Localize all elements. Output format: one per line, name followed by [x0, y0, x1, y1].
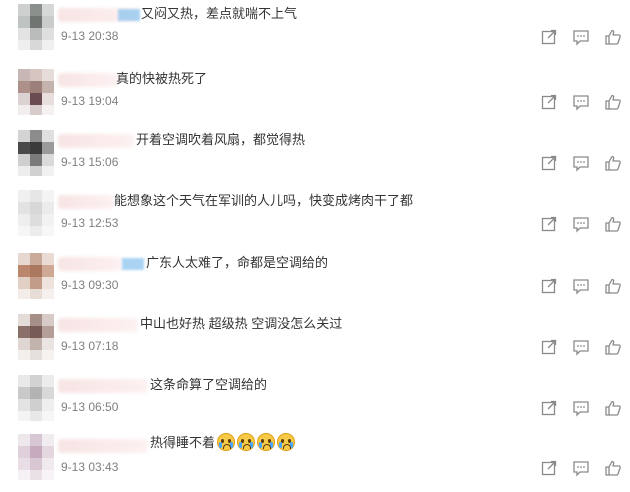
username[interactable] [58, 379, 148, 393]
comment-time: 9-13 09:30 [61, 278, 119, 292]
avatar[interactable] [18, 130, 54, 176]
share-icon[interactable] [540, 93, 558, 111]
comment-feed: 又闷又热，差点就喘不上气 9-13 20:38 真的快被热死了 9-13 19:… [0, 0, 630, 492]
avatar[interactable] [18, 314, 54, 360]
comment-text: 真的快被热死了 [116, 71, 208, 86]
comment-text: 又闷又热，差点就喘不上气 [141, 6, 298, 21]
comment-text: 开着空调吹着风扇，都觉得热 [136, 132, 306, 147]
share-icon[interactable] [540, 215, 558, 233]
comment-time: 9-13 07:18 [61, 339, 119, 353]
comment-time: 9-13 15:06 [61, 155, 119, 169]
comment-icon[interactable] [572, 154, 590, 172]
username[interactable] [58, 257, 122, 271]
comment-text: 能想象这个天气在军训的人儿吗，快变成烤肉干了都 [114, 193, 414, 208]
crying-face-icon [257, 433, 276, 451]
comment-item: 开着空调吹着风扇，都觉得热 9-13 15:06 [0, 122, 630, 183]
comment-text-body: 热得睡不着 [150, 435, 216, 450]
thumbs-up-icon[interactable] [604, 399, 622, 417]
comment-time: 9-13 06:50 [61, 400, 119, 414]
share-icon[interactable] [540, 277, 558, 295]
avatar[interactable] [18, 253, 54, 299]
share-icon[interactable] [540, 154, 558, 172]
username[interactable] [58, 195, 114, 209]
user-badge [118, 9, 140, 21]
username[interactable] [58, 439, 148, 453]
crying-face-icon [217, 433, 236, 451]
avatar[interactable] [18, 69, 54, 115]
comment-item: 能想象这个天气在军训的人儿吗，快变成烤肉干了都 9-13 12:53 [0, 184, 630, 245]
thumbs-up-icon[interactable] [604, 277, 622, 295]
comment-icon[interactable] [572, 93, 590, 111]
comment-icon[interactable] [572, 277, 590, 295]
crying-face-icon [237, 433, 256, 451]
username[interactable] [58, 134, 134, 148]
avatar[interactable] [18, 434, 54, 480]
crying-face-icon [277, 433, 296, 451]
comment-item: 广东人太难了，命都是空调给的 9-13 09:30 [0, 245, 630, 306]
username[interactable] [58, 73, 118, 87]
comment-icon[interactable] [572, 28, 590, 46]
comment-time: 9-13 03:43 [61, 460, 119, 474]
thumbs-up-icon[interactable] [604, 338, 622, 356]
comment-item: 真的快被热死了 9-13 19:04 [0, 61, 630, 122]
comment-icon[interactable] [572, 399, 590, 417]
comment-icon[interactable] [572, 459, 590, 477]
thumbs-up-icon[interactable] [604, 154, 622, 172]
thumbs-up-icon[interactable] [604, 459, 622, 477]
comment-item: 中山也好热 超级热 空调没怎么关过 9-13 07:18 [0, 306, 630, 367]
username[interactable] [58, 318, 138, 332]
avatar[interactable] [18, 375, 54, 421]
user-badge [122, 258, 144, 270]
comment-item: 热得睡不着 9-13 03:43 [0, 428, 630, 489]
share-icon[interactable] [540, 459, 558, 477]
avatar[interactable] [18, 4, 54, 50]
comment-text: 热得睡不着 [150, 433, 296, 453]
comment-icon[interactable] [572, 215, 590, 233]
share-icon[interactable] [540, 338, 558, 356]
thumbs-up-icon[interactable] [604, 215, 622, 233]
share-icon[interactable] [540, 399, 558, 417]
comment-item: 又闷又热，差点就喘不上气 9-13 20:38 [0, 0, 630, 61]
comment-time: 9-13 19:04 [61, 94, 119, 108]
comment-text: 这条命算了空调给的 [150, 377, 268, 392]
thumbs-up-icon[interactable] [604, 93, 622, 111]
comment-time: 9-13 20:38 [61, 29, 119, 43]
thumbs-up-icon[interactable] [604, 28, 622, 46]
share-icon[interactable] [540, 28, 558, 46]
comment-text: 广东人太难了，命都是空调给的 [146, 255, 329, 270]
comment-item: 这条命算了空调给的 9-13 06:50 [0, 367, 630, 428]
avatar[interactable] [18, 190, 54, 236]
comment-icon[interactable] [572, 338, 590, 356]
comment-text: 中山也好热 超级热 空调没怎么关过 [140, 316, 343, 331]
comment-time: 9-13 12:53 [61, 216, 119, 230]
